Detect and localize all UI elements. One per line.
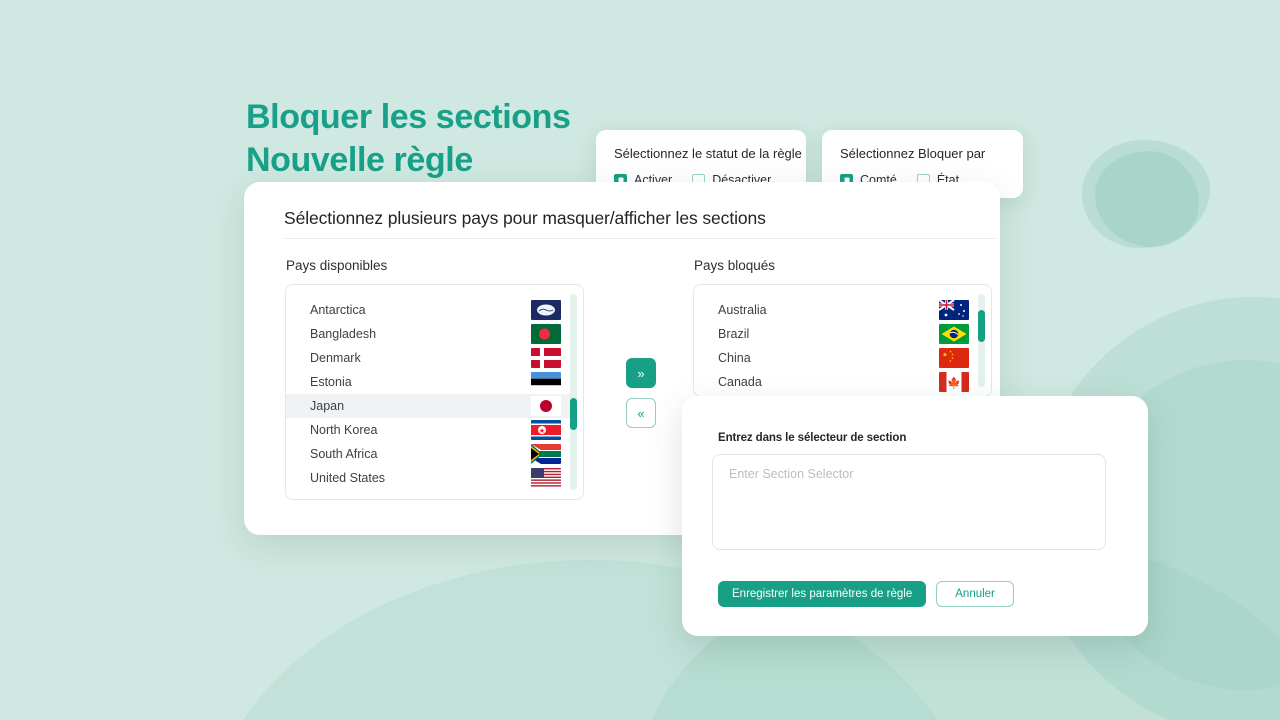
denmark-flag <box>531 348 561 368</box>
list-item[interactable]: South Africa <box>286 442 571 466</box>
brazil-flag <box>939 324 969 344</box>
country-selection-title: Sélectionnez plusieurs pays pour masquer… <box>284 208 766 228</box>
south-africa-flag <box>531 444 561 464</box>
canada-flag: 🍁 <box>939 372 969 392</box>
rule-status-title: Sélectionnez le statut de la règle <box>614 146 802 161</box>
blocked-countries-label: Pays bloqués <box>694 258 776 273</box>
list-item[interactable]: Brazil <box>694 322 979 346</box>
antarctica-flag <box>531 300 561 320</box>
country-name: South Africa <box>310 447 378 461</box>
blocked-rows: Australia Brazil China ★ ★ ★ ★ ★ Canada <box>694 285 979 394</box>
australia-flag <box>939 300 969 320</box>
country-name: Brazil <box>718 327 750 341</box>
country-name: Australia <box>718 303 767 317</box>
section-selector-label: Entrez dans le sélecteur de section <box>718 432 907 444</box>
united-states-flag <box>531 468 561 488</box>
list-item[interactable]: Japan <box>286 394 571 418</box>
blocked-scrollbar-thumb[interactable] <box>978 310 985 342</box>
list-item[interactable]: North Korea ★ <box>286 418 571 442</box>
country-selection-header: Sélectionnez plusieurs pays pour masquer… <box>284 208 960 229</box>
move-left-button[interactable]: « <box>626 398 656 428</box>
svg-text:★: ★ <box>539 427 545 435</box>
section-selector-dialog: Entrez dans le sélecteur de section Enre… <box>682 396 1148 636</box>
list-item[interactable]: Bangladesh <box>286 322 571 346</box>
list-item[interactable]: United States <box>286 466 571 490</box>
available-scrollbar-thumb[interactable] <box>570 398 577 430</box>
country-name: Antarctica <box>310 303 366 317</box>
blocked-countries-list[interactable]: Australia Brazil China ★ ★ ★ ★ ★ Canada <box>693 284 992 397</box>
save-rule-settings-button[interactable]: Enregistrer les paramètres de règle <box>718 581 927 607</box>
list-item[interactable]: Estonia <box>286 370 571 394</box>
list-item[interactable]: China ★ ★ ★ ★ ★ <box>694 346 979 370</box>
section-selector-input[interactable] <box>712 454 1106 550</box>
block-by-title: Sélectionnez Bloquer par <box>840 146 986 161</box>
estonia-flag <box>531 372 561 392</box>
list-item[interactable]: Canada 🍁 <box>694 370 979 394</box>
available-rows: Antarctica Bangladesh Denmark Estonia Ja… <box>286 285 571 490</box>
svg-text:🍁: 🍁 <box>947 377 961 390</box>
country-name: United States <box>310 471 386 485</box>
country-name: Japan <box>310 399 345 413</box>
available-countries-label: Pays disponibles <box>286 258 388 273</box>
page-title: Bloquer les sections Nouvelle règle <box>246 98 571 179</box>
list-item[interactable]: Denmark <box>286 346 571 370</box>
blocked-scrollbar[interactable] <box>978 294 985 387</box>
north-korea-flag: ★ <box>531 420 561 440</box>
china-flag: ★ ★ ★ ★ ★ <box>939 348 969 368</box>
cancel-button[interactable]: Annuler <box>936 581 1014 607</box>
country-name: North Korea <box>310 423 378 437</box>
list-item[interactable]: Antarctica <box>286 298 571 322</box>
country-name: Canada <box>718 375 762 389</box>
country-name: China <box>718 351 751 365</box>
country-name: Estonia <box>310 375 352 389</box>
country-name: Bangladesh <box>310 327 377 341</box>
available-countries-list[interactable]: Antarctica Bangladesh Denmark Estonia Ja… <box>285 284 584 500</box>
svg-text:★: ★ <box>949 359 952 363</box>
japan-flag <box>531 396 561 416</box>
svg-text:★: ★ <box>942 352 947 359</box>
country-name: Denmark <box>310 351 361 365</box>
header-divider <box>285 238 995 239</box>
list-item[interactable]: Australia <box>694 298 979 322</box>
available-scrollbar[interactable] <box>570 294 577 490</box>
dialog-actions: Enregistrer les paramètres de règle Annu… <box>718 581 1014 607</box>
move-right-button[interactable]: » <box>626 358 656 388</box>
bangladesh-flag <box>531 324 561 344</box>
